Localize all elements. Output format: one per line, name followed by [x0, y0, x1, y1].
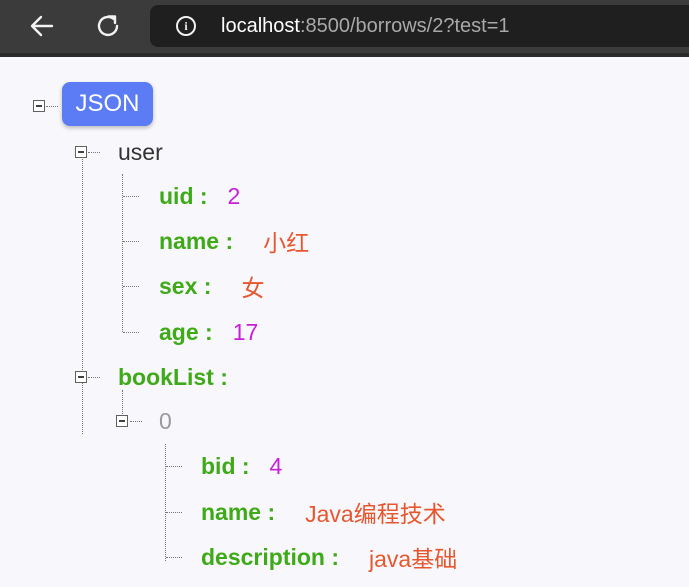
sex-value: 女	[241, 275, 265, 301]
bid-key: bid :	[201, 452, 250, 479]
tree-connector	[88, 377, 100, 378]
tree-connector	[165, 444, 166, 561]
bid-value: 4	[269, 452, 283, 479]
book-name-key: name :	[201, 498, 276, 525]
browser-toolbar: i localhost:8500/borrows/2?test=1	[0, 0, 689, 53]
json-tree: JSON user uid : 2 name : 小红 sex : 女 age …	[0, 57, 689, 587]
sex-key: sex :	[159, 272, 212, 299]
booklist-collapse-toggle[interactable]	[75, 371, 87, 383]
uid-value: 2	[227, 182, 241, 209]
tree-connector	[166, 466, 182, 467]
site-info-icon[interactable]: i	[176, 16, 196, 36]
back-button[interactable]	[24, 8, 60, 44]
tree-connector	[166, 557, 182, 558]
tree-connector	[46, 106, 58, 107]
bid-row: bid : 4	[201, 446, 282, 486]
age-key: age :	[159, 318, 213, 345]
item0-collapse-toggle[interactable]	[116, 415, 128, 427]
age-value: 17	[232, 318, 259, 345]
booklist-node[interactable]: bookList :	[118, 357, 228, 397]
booklist-key: bookList :	[118, 363, 228, 390]
book-name-value: Java编程技术	[305, 501, 446, 527]
name-row: name : 小红	[159, 221, 309, 261]
uid-key: uid :	[159, 182, 208, 209]
reload-button[interactable]	[90, 8, 126, 44]
item-index: 0	[159, 407, 172, 434]
url-text[interactable]: localhost:8500/borrows/2?test=1	[221, 15, 510, 38]
tree-connector	[166, 512, 182, 513]
json-root-badge[interactable]: JSON	[62, 82, 153, 126]
url-host: localhost	[221, 14, 300, 37]
description-key: description :	[201, 543, 340, 570]
description-row: description : java基础	[201, 537, 457, 577]
uid-row: uid : 2	[159, 176, 240, 216]
name-key: name :	[159, 227, 234, 254]
description-value: java基础	[369, 546, 458, 572]
tree-connector	[88, 152, 100, 153]
age-row: age : 17	[159, 312, 258, 352]
book-name-row: name : Java编程技术	[201, 492, 446, 532]
name-value: 小红	[263, 230, 310, 256]
sex-row: sex : 女	[159, 266, 264, 306]
tree-connector	[130, 421, 142, 422]
tree-connector	[122, 174, 123, 332]
reload-icon	[97, 15, 119, 37]
address-bar[interactable]: i localhost:8500/borrows/2?test=1	[150, 5, 689, 47]
user-collapse-toggle[interactable]	[75, 146, 87, 158]
root-collapse-toggle[interactable]	[33, 100, 45, 112]
tree-connector	[123, 196, 139, 197]
arrow-left-icon	[30, 15, 54, 37]
tree-connector	[123, 241, 139, 242]
user-node[interactable]: user	[118, 132, 163, 172]
booklist-item-0[interactable]: 0	[159, 401, 172, 441]
tree-connector	[123, 332, 139, 333]
url-path: :8500/borrows/2?test=1	[299, 14, 510, 37]
tree-connector	[123, 286, 139, 287]
tree-connector	[82, 157, 83, 434]
user-label: user	[118, 138, 163, 165]
